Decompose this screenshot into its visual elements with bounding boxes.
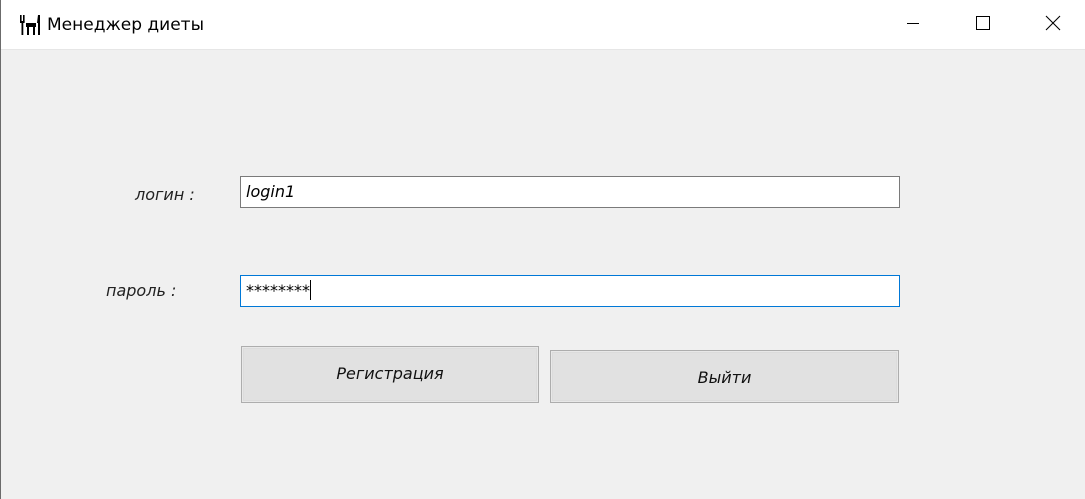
exit-button-label: Выйти (697, 368, 752, 387)
login-label: логин : (135, 185, 195, 204)
title-bar[interactable]: Менеджер диеты (1, 0, 1085, 50)
minimize-button[interactable] (878, 0, 948, 50)
password-input-value: ******** (246, 281, 310, 300)
exit-button[interactable]: Выйти (550, 350, 899, 403)
fork-knife-icon (18, 14, 42, 36)
password-label: пароль : (106, 281, 177, 300)
password-input[interactable]: ******** (240, 275, 900, 307)
register-button-label: Регистрация (336, 364, 444, 383)
window-title: Менеджер диеты (47, 15, 205, 35)
minimize-icon (905, 15, 921, 36)
login-input[interactable]: login1 (240, 176, 900, 208)
maximize-button[interactable] (948, 0, 1018, 50)
text-caret (310, 280, 311, 300)
app-window: Менеджер диеты логин : login1 пароль : *… (0, 0, 1085, 499)
close-icon (1044, 14, 1062, 37)
close-button[interactable] (1018, 0, 1085, 50)
maximize-icon (975, 15, 991, 36)
register-button[interactable]: Регистрация (241, 346, 539, 403)
login-input-value: login1 (246, 182, 296, 201)
